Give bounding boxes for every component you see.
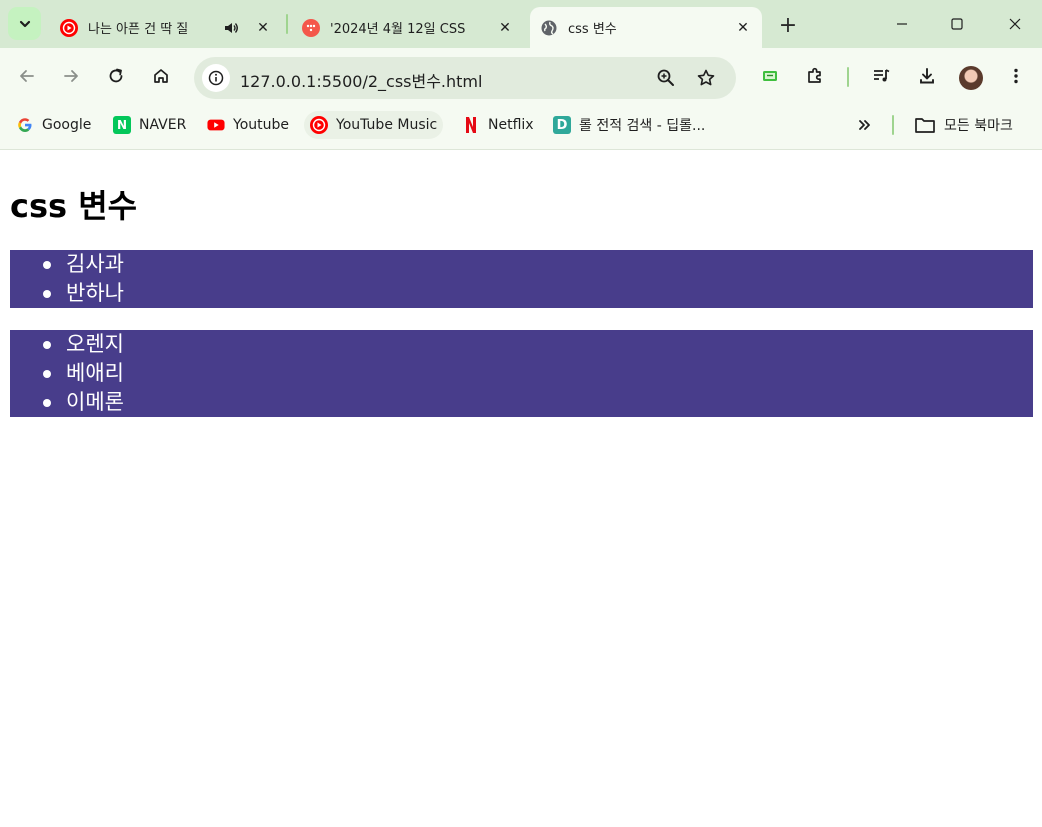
page-viewport: css 변수 김사과 반하나 오렌지 베애리 이메론	[0, 151, 1042, 827]
folder-icon	[914, 116, 936, 134]
minimize-icon	[897, 23, 907, 25]
double-chevron-right-icon	[859, 120, 870, 130]
tab-title: css 변수	[568, 22, 617, 37]
extensions-puzzle-icon[interactable]	[801, 62, 829, 90]
tab-separator	[286, 14, 288, 34]
url-text[interactable]: 127.0.0.1:5500/2_css변수.html	[240, 68, 482, 92]
new-tab-button[interactable]: +	[774, 11, 802, 39]
tab-title: 나는 아픈 건 딱 질	[88, 22, 189, 37]
close-icon[interactable]: ✕	[496, 19, 514, 37]
maximize-icon	[951, 18, 963, 30]
address-bar[interactable]: 127.0.0.1:5500/2_css변수.html	[194, 57, 736, 99]
page-heading: css 변수	[10, 187, 138, 225]
youtube-music-icon	[60, 18, 78, 37]
extension-screen-icon[interactable]	[756, 62, 784, 90]
netflix-icon	[462, 116, 480, 134]
maximize-button[interactable]	[937, 8, 977, 40]
globe-icon	[540, 19, 558, 37]
zoom-icon[interactable]	[652, 64, 680, 92]
speaker-icon[interactable]	[222, 19, 240, 37]
bookmark-label: Google	[42, 117, 92, 133]
more-menu-icon[interactable]	[1002, 62, 1030, 90]
bookmark-google[interactable]: Google	[10, 111, 97, 139]
bookmark-label: NAVER	[139, 117, 187, 133]
bookmark-label: 모든 북마크	[944, 118, 1013, 134]
profile-avatar[interactable]	[959, 66, 983, 90]
browser-toolbar: 127.0.0.1:5500/2_css변수.html	[0, 48, 1042, 104]
bookmark-label: Youtube	[233, 117, 289, 133]
tab-notion[interactable]: '2024년 4월 12일 CSS ✕	[292, 7, 524, 48]
fruit-list-2: 오렌지 베애리 이메론	[10, 330, 1033, 417]
bookmark-netflix[interactable]: Netflix	[456, 111, 540, 139]
tab-search-button[interactable]	[8, 7, 41, 40]
list-item: 베애리	[10, 359, 1033, 388]
bookmark-youtube-music[interactable]: YouTube Music	[304, 111, 444, 139]
tab-favicon-icon	[302, 18, 320, 37]
close-window-button[interactable]	[995, 8, 1035, 40]
bookmark-star-icon[interactable]	[692, 64, 720, 92]
close-icon[interactable]: ✕	[734, 19, 752, 37]
close-icon[interactable]: ✕	[254, 19, 272, 37]
bookmark-label: Netflix	[488, 117, 534, 133]
bookmarks-overflow-button[interactable]	[851, 111, 879, 139]
bookmark-label: YouTube Music	[336, 117, 438, 133]
tab-title: '2024년 4월 12일 CSS	[330, 22, 466, 37]
tab-strip: 나는 아픈 건 딱 질 ✕ '2024년 4월 12일 CSS ✕ css 변수…	[0, 0, 1042, 48]
bookmark-naver[interactable]: N NAVER	[107, 111, 192, 139]
home-icon	[154, 69, 168, 83]
deeplol-icon: D	[553, 116, 571, 134]
list-item: 김사과	[10, 250, 1033, 279]
all-bookmarks-folder[interactable]: 모든 북마크	[908, 111, 1019, 139]
back-button[interactable]	[13, 62, 41, 90]
fruit-list-1: 김사과 반하나	[10, 250, 1033, 308]
naver-icon: N	[113, 116, 131, 134]
chevron-down-icon	[19, 20, 30, 27]
list-item: 반하나	[10, 279, 1033, 308]
youtube-music-icon	[310, 116, 328, 134]
download-icon[interactable]	[913, 62, 941, 90]
tab-css-variables[interactable]: css 변수 ✕	[530, 7, 762, 48]
bookmark-youtube[interactable]: Youtube	[201, 111, 295, 139]
minimize-button[interactable]	[882, 8, 922, 40]
bookmarks-separator	[892, 115, 894, 135]
tab-youtube-music[interactable]: 나는 아픈 건 딱 질 ✕	[50, 7, 282, 48]
list-item: 오렌지	[10, 330, 1033, 359]
bookmark-label: 롤 전적 검색 - 딥롤...	[579, 118, 706, 134]
arrow-right-icon	[64, 70, 78, 82]
reload-button[interactable]	[102, 62, 130, 90]
list-item: 이메론	[10, 388, 1033, 417]
home-button[interactable]	[147, 62, 175, 90]
close-icon	[1009, 18, 1021, 30]
toolbar-separator	[847, 67, 849, 87]
bookmark-deeplol[interactable]: D 롤 전적 검색 - 딥롤...	[547, 111, 711, 139]
arrow-left-icon	[20, 70, 34, 82]
media-control-icon[interactable]	[867, 62, 895, 90]
bookmarks-bar: Google N NAVER Youtube YouTube Music Net…	[0, 104, 1042, 150]
google-icon	[16, 116, 34, 134]
site-info-icon[interactable]	[202, 64, 230, 92]
youtube-icon	[207, 116, 225, 134]
reload-icon	[109, 68, 123, 83]
forward-button[interactable]	[57, 62, 85, 90]
